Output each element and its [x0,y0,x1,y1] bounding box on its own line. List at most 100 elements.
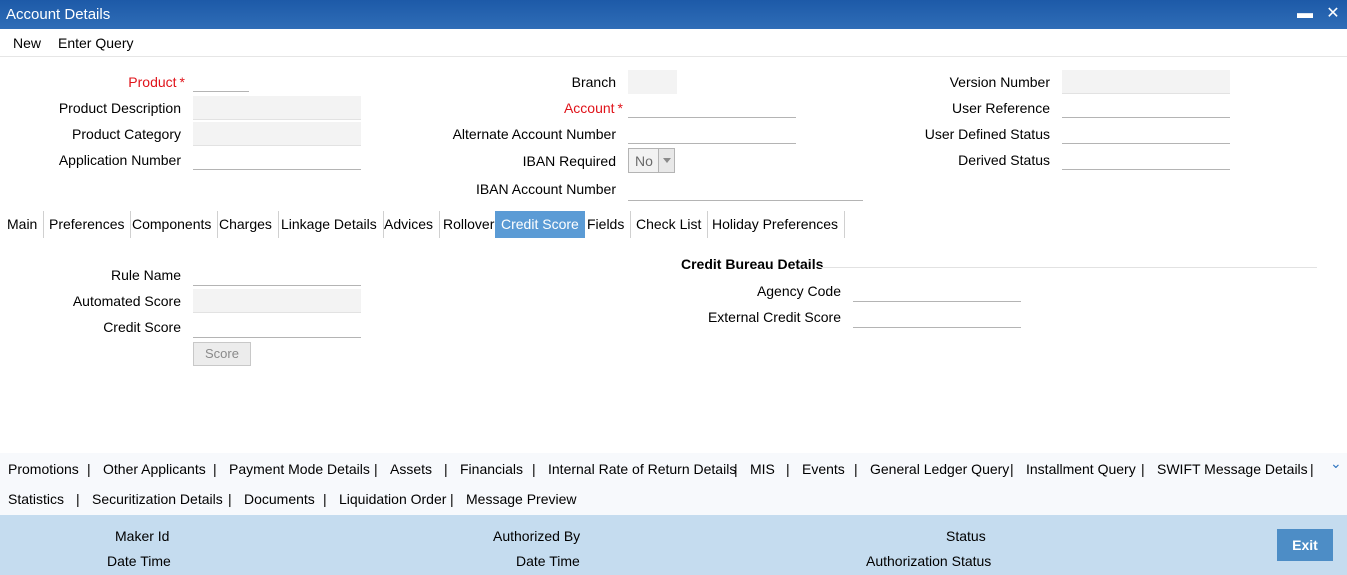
status-label: Status [946,528,986,544]
link-swift-message-details[interactable]: SWIFT Message Details [1157,461,1308,477]
link-separator: | [374,461,378,477]
link-separator: | [444,461,448,477]
link-separator: | [1010,461,1014,477]
agency-code-label: Agency Code [756,283,841,299]
tab-main[interactable]: Main [1,211,45,238]
checker-date-time-label: Date Time [516,553,580,569]
chevron-down-icon[interactable] [658,149,674,172]
account-input[interactable] [628,94,796,118]
account-label: Account * [563,100,623,116]
iban-required-label: IBAN Required [522,153,616,169]
link-mis[interactable]: MIS [750,461,775,477]
rule-name-input[interactable] [193,262,361,286]
authorized-by-label: Authorized By [493,528,581,544]
product-label: Product * [128,74,185,90]
user-reference-input[interactable] [1062,94,1230,118]
tab-rollover[interactable]: Rollover [437,211,502,238]
iban-required-select[interactable]: No [628,148,675,173]
iban-account-input[interactable] [628,177,863,201]
section-divider [820,267,1317,268]
iban-required-value: No [635,153,653,169]
derived-status-input[interactable] [1062,146,1230,170]
subscreen-links: Promotions | Other Applicants | Payment … [0,453,1347,515]
link-general-ledger-query[interactable]: General Ledger Query [870,461,1009,477]
automated-score-field [193,289,361,313]
link-statistics[interactable]: Statistics [8,491,64,507]
audit-footer: Maker Id Date Time Authorized By Date Ti… [0,515,1347,575]
link-other-applicants[interactable]: Other Applicants [103,461,206,477]
branch-field [628,70,677,94]
application-number-input[interactable] [193,146,361,170]
link-separator: | [76,491,80,507]
link-installment-query[interactable]: Installment Query [1026,461,1136,477]
link-separator: | [532,461,536,477]
agency-code-input[interactable] [853,278,1021,302]
external-credit-score-label: External Credit Score [707,309,841,325]
link-events[interactable]: Events [802,461,845,477]
authorization-status-label: Authorization Status [866,553,992,569]
rule-name-label: Rule Name [110,267,181,283]
maker-id-label: Maker Id [115,528,170,544]
branch-label: Branch [571,74,616,90]
product-input[interactable] [193,68,249,92]
tab-fields[interactable]: Fields [581,211,632,238]
link-separator: | [1141,461,1145,477]
link-separator: | [213,461,217,477]
derived-status-label: Derived Status [958,152,1050,168]
link-separator: | [786,461,790,477]
tab-credit-score[interactable]: Credit Score [495,211,585,238]
link-payment-mode-details[interactable]: Payment Mode Details [229,461,370,477]
menu-bar: New Enter Query [0,29,1347,57]
credit-score-label: Credit Score [103,319,181,335]
version-number-label: Version Number [949,74,1050,90]
link-financials[interactable]: Financials [460,461,523,477]
link-documents[interactable]: Documents [244,491,315,507]
tab-components[interactable]: Components [126,211,219,238]
score-button[interactable]: Score [193,342,251,366]
window-title-bar: Account Details ▬ ✕ [0,0,1347,29]
credit-score-input[interactable] [193,314,361,338]
credit-bureau-title: Credit Bureau Details [681,256,824,272]
close-icon[interactable]: ✕ [1323,4,1343,24]
tab-preferences[interactable]: Preferences [43,211,132,238]
application-number-label: Application Number [58,152,181,168]
window-title: Account Details [6,6,111,23]
link-separator: | [450,491,454,507]
chevron-down-icon[interactable]: ⌄ [1330,455,1342,472]
product-category-label: Product Category [72,126,181,142]
maker-date-time-label: Date Time [107,553,171,569]
tab-linkage-details[interactable]: Linkage Details [275,211,384,238]
user-defined-status-input[interactable] [1062,120,1230,144]
link-separator: | [228,491,232,507]
link-separator: | [1310,461,1314,477]
link-liquidation-order[interactable]: Liquidation Order [339,491,446,507]
user-reference-label: User Reference [951,100,1050,116]
user-defined-status-label: User Defined Status [924,126,1050,142]
enter-query-menu-item[interactable]: Enter Query [58,35,133,51]
link-separator: | [323,491,327,507]
link-separator: | [854,461,858,477]
tab-charges[interactable]: Charges [213,211,279,238]
tab-check-list[interactable]: Check List [630,211,709,238]
product-description-field [193,96,361,120]
iban-account-label: IBAN Account Number [475,181,616,197]
link-promotions[interactable]: Promotions [8,461,79,477]
version-number-field [1062,70,1230,94]
exit-button[interactable]: Exit [1277,529,1333,561]
tab-holiday-preferences[interactable]: Holiday Preferences [706,211,846,238]
link-securitization-details[interactable]: Securitization Details [92,491,223,507]
tab-advices[interactable]: Advices [378,211,441,238]
new-menu-item[interactable]: New [13,35,41,51]
link-message-preview[interactable]: Message Preview [466,491,577,507]
link-separator: | [734,461,738,477]
alternate-account-input[interactable] [628,120,796,144]
automated-score-label: Automated Score [72,293,181,309]
product-category-field [193,122,361,146]
link-internal-rate-of-return-details[interactable]: Internal Rate of Return Details [548,461,736,477]
link-assets[interactable]: Assets [390,461,432,477]
link-separator: | [87,461,91,477]
external-credit-score-input[interactable] [853,304,1021,328]
alternate-account-label: Alternate Account Number [452,126,616,142]
minimize-icon[interactable]: ▬ [1295,4,1315,24]
product-description-label: Product Description [58,100,181,116]
